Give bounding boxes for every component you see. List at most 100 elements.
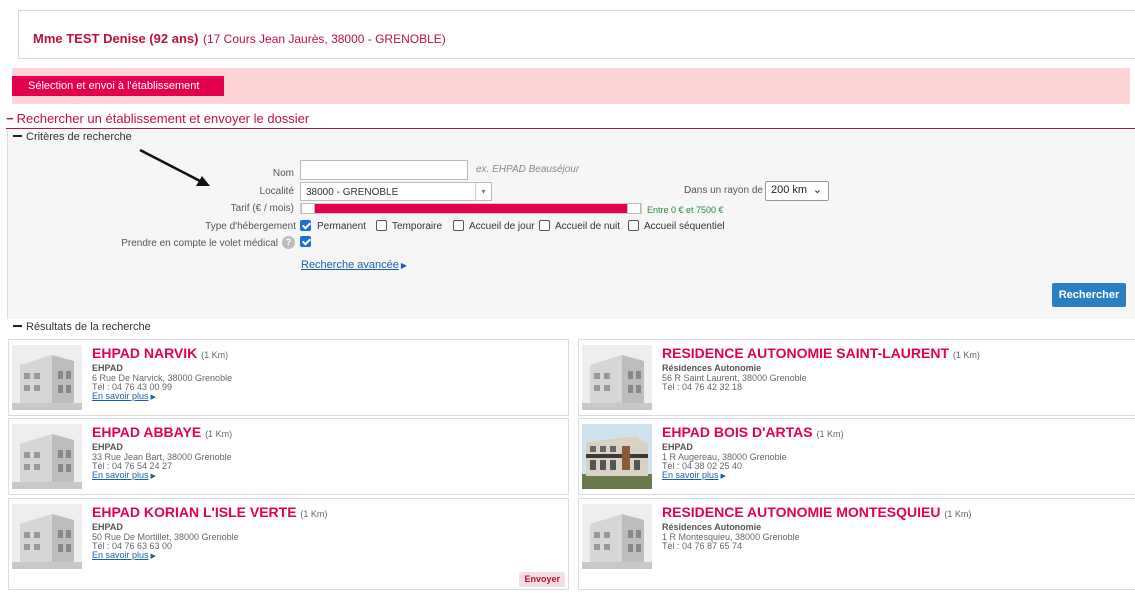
result-card[interactable]: EHPAD KORIAN L'ISLE VERTE (1 Km) EHPAD 5… (8, 498, 569, 590)
results-header-text: Résultats de la recherche (26, 321, 151, 333)
result-title[interactable]: EHPAD BOIS D'ARTAS (1 Km) (662, 424, 844, 440)
section-title-text: Rechercher un établissement et envoyer l… (16, 111, 310, 126)
type-accueil-nuit-label: Accueil de nuit (555, 221, 621, 232)
type-accueil-sequentiel-label: Accueil séquentiel (644, 221, 725, 232)
building-icon (582, 345, 652, 410)
more-info-label: En savoir plus (92, 470, 149, 480)
more-info-label: En savoir plus (92, 391, 149, 401)
more-info-link[interactable]: En savoir plus ▶ (92, 391, 156, 401)
collapse-icon[interactable] (13, 325, 22, 328)
result-card[interactable]: EHPAD NARVIK (1 Km) EHPAD 6 Rue De Narvi… (8, 339, 569, 416)
caret-right-icon: ▶ (150, 473, 156, 480)
localite-value: 38000 - GRENOBLE (306, 187, 399, 198)
result-type: Résidences Autonomie (662, 363, 762, 373)
patient-header: Mme TEST Denise (92 ans) (17 Cours Jean … (18, 10, 1135, 59)
caret-right-icon: ▶ (150, 553, 156, 560)
building-icon (12, 504, 82, 569)
section-title[interactable]: − Rechercher un établissement et envoyer … (6, 111, 1135, 129)
result-distance: (1 Km) (300, 509, 328, 519)
checkbox-accueil-sequentiel[interactable] (628, 220, 639, 231)
checkbox-accueil-jour[interactable] (453, 220, 464, 231)
results-header[interactable]: Résultats de la recherche (7, 321, 151, 333)
tarif-range-slider[interactable] (300, 203, 642, 214)
criteria-header[interactable]: Critères de recherche (7, 131, 132, 143)
collapse-toggle[interactable]: − (6, 111, 14, 126)
result-card[interactable]: EHPAD BOIS D'ARTAS (1 Km) EHPAD 1 R Auge… (578, 418, 1135, 495)
search-button[interactable]: Rechercher (1052, 283, 1126, 307)
tarif-range-text: Entre 0 € et 7500 € (647, 205, 724, 215)
tarif-min-handle[interactable] (301, 203, 315, 214)
workflow-band: Sélection et envoi à l'établissement (12, 68, 1130, 104)
building-photo (582, 424, 652, 489)
checkbox-permanent[interactable] (300, 220, 311, 231)
result-distance: (1 Km) (952, 350, 980, 360)
result-type: Résidences Autonomie (662, 522, 762, 532)
chevron-down-icon[interactable]: ⌄ (813, 183, 822, 196)
nom-input[interactable] (300, 160, 468, 180)
result-distance: (1 Km) (816, 429, 844, 439)
checkbox-temporaire[interactable] (376, 220, 387, 231)
caret-right-icon: ▶ (720, 473, 726, 480)
tarif-label: Tarif (€ / mois) (230, 203, 294, 214)
result-name: EHPAD ABBAYE (92, 424, 202, 440)
tarif-max-handle[interactable] (627, 203, 641, 214)
result-type: EHPAD (92, 363, 123, 373)
result-name: RESIDENCE AUTONOMIE MONTESQUIEU (662, 504, 941, 520)
result-title[interactable]: RESIDENCE AUTONOMIE SAINT-LAURENT (1 Km) (662, 345, 980, 361)
rayon-value: 200 km (771, 184, 808, 196)
result-card[interactable]: RESIDENCE AUTONOMIE MONTESQUIEU (1 Km) R… (578, 498, 1135, 590)
chevron-down-icon[interactable]: ▾ (475, 183, 491, 201)
building-icon (12, 345, 82, 410)
checkbox-medical[interactable] (300, 236, 311, 247)
type-accueil-jour-label: Accueil de jour (469, 221, 535, 232)
result-card[interactable]: RESIDENCE AUTONOMIE SAINT-LAURENT (1 Km)… (578, 339, 1135, 416)
advanced-search-label: Recherche avancée (301, 259, 399, 271)
caret-right-icon: ▶ (400, 261, 407, 270)
more-info-link[interactable]: En savoir plus ▶ (662, 470, 726, 480)
patient-name: Mme TEST Denise (92 ans) (33, 31, 199, 46)
result-type: EHPAD (662, 442, 693, 452)
type-permanent-label: Permanent (317, 221, 366, 232)
tarif-range-fill (315, 204, 629, 213)
building-icon (582, 504, 652, 569)
building-icon (12, 424, 82, 489)
rayon-label: Dans un rayon de (684, 185, 763, 196)
result-distance: (1 Km) (944, 509, 972, 519)
criteria-header-text: Critères de recherche (26, 131, 132, 143)
localite-label: Localité (259, 186, 294, 197)
result-title[interactable]: EHPAD NARVIK (1 Km) (92, 345, 228, 361)
result-phone: Tél : 04 76 42 32 18 (662, 382, 743, 392)
checkbox-accueil-nuit[interactable] (539, 220, 550, 231)
result-title[interactable]: EHPAD KORIAN L'ISLE VERTE (1 Km) (92, 504, 327, 520)
result-name: EHPAD BOIS D'ARTAS (662, 424, 813, 440)
result-title[interactable]: EHPAD ABBAYE (1 Km) (92, 424, 232, 440)
send-button[interactable]: Envoyer (519, 572, 565, 587)
more-info-label: En savoir plus (662, 470, 719, 480)
result-distance: (1 Km) (201, 350, 229, 360)
localite-select[interactable]: 38000 - GRENOBLE ▾ (300, 182, 492, 201)
tab-selection-envoi[interactable]: Sélection et envoi à l'établissement (12, 76, 224, 96)
medical-label: Prendre en compte le volet médical (121, 238, 278, 249)
result-name: RESIDENCE AUTONOMIE SAINT-LAURENT (662, 345, 950, 361)
result-title[interactable]: RESIDENCE AUTONOMIE MONTESQUIEU (1 Km) (662, 504, 971, 520)
help-icon[interactable]: ? (282, 236, 295, 249)
result-name: EHPAD NARVIK (92, 345, 198, 361)
nom-hint: ex. EHPAD Beauséjour (476, 164, 580, 175)
collapse-icon[interactable] (13, 135, 22, 138)
patient-address: (17 Cours Jean Jaurès, 38000 - GRENOBLE) (203, 32, 446, 46)
more-info-label: En savoir plus (92, 550, 149, 560)
type-temporaire-label: Temporaire (392, 221, 443, 232)
result-phone: Tél : 04 76 87 65 74 (662, 541, 743, 551)
result-type: EHPAD (92, 522, 123, 532)
result-distance: (1 Km) (205, 429, 233, 439)
result-card[interactable]: EHPAD ABBAYE (1 Km) EHPAD 33 Rue Jean Ba… (8, 418, 569, 495)
more-info-link[interactable]: En savoir plus ▶ (92, 470, 156, 480)
result-type: EHPAD (92, 442, 123, 452)
type-label: Type d'hébergement (205, 221, 296, 232)
result-name: EHPAD KORIAN L'ISLE VERTE (92, 504, 297, 520)
more-info-link[interactable]: En savoir plus ▶ (92, 550, 156, 560)
caret-right-icon: ▶ (150, 394, 156, 401)
nom-label: Nom (272, 168, 294, 179)
rayon-select[interactable]: 200 km ⌄ (765, 181, 829, 201)
advanced-search-link[interactable]: Recherche avancée ▶ (301, 259, 407, 271)
